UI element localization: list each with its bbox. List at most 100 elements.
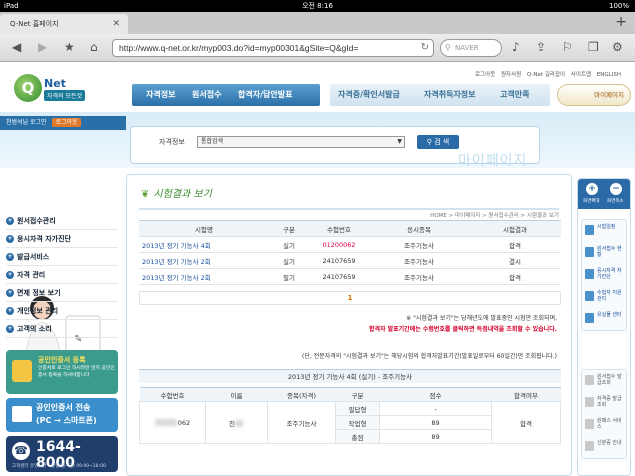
home-icon[interactable]: ⌂	[90, 40, 98, 54]
exam-number-link[interactable]: 01200062	[309, 236, 369, 253]
left-nav-issue[interactable]: + 발급서비스	[6, 248, 118, 266]
call-center-banner[interactable]: ☎ 1644-8000 고객센터 운영시간 : 평일(월~금) 09:00~18…	[6, 436, 118, 472]
nav-apply[interactable]: 원서접수	[192, 84, 221, 106]
page-title: ❦ 시험결과 보기	[141, 185, 212, 200]
nav-holders[interactable]: 자격취득자정보	[424, 84, 476, 106]
zoom-controls: + − 화면확대 화면축소	[578, 179, 630, 209]
left-nav-qual-mgmt[interactable]: + 자격 관리	[6, 266, 118, 284]
top-link-guide[interactable]: Q-Net 길라잡이	[527, 72, 565, 78]
exam-result: 합격	[469, 268, 561, 285]
cert-register-title: 공인인증서 등록	[38, 356, 86, 364]
table-row: 062 천 조주기능사 필답형 - 합격	[139, 401, 561, 444]
left-nav-exemption[interactable]: + 면제 정보 보기	[6, 284, 118, 302]
quick-menu-group-1: 시험일정 원서접수 현황 응시자격 자가진단 수험자 지원관리 유실물 센터	[581, 219, 627, 331]
quick-self-check[interactable]: 응시자격 자가진단	[582, 264, 626, 286]
browser-tab[interactable]: Q-Net 홈페이지 ✕	[0, 14, 128, 34]
zoom-out-icon[interactable]: −	[610, 183, 622, 195]
qnet-logo[interactable]: Q Net 자격의 모든것	[14, 72, 112, 104]
left-nav-apply-mgmt[interactable]: + 원서접수관리	[6, 212, 118, 230]
top-link-logout[interactable]: 로그아웃	[475, 72, 495, 78]
printer-icon	[585, 375, 594, 385]
quick-label: 유실물 센터	[597, 312, 622, 318]
box-icon	[585, 313, 594, 323]
detail-name: 천	[205, 401, 268, 444]
nav-qual-info[interactable]: 자격정보	[146, 84, 175, 106]
leaf-icon: ❦	[141, 189, 150, 200]
tabs-icon[interactable]: ❐	[588, 40, 599, 54]
close-tab-icon[interactable]: ✕	[112, 14, 120, 34]
logout-button[interactable]: 로그아웃	[52, 118, 81, 127]
quick-cert-issue[interactable]: 자격증 발급조회	[582, 392, 626, 414]
nav-results[interactable]: 합격자/답안발표	[238, 84, 292, 106]
search-label: 자격정보	[159, 138, 185, 146]
nav-customer[interactable]: 고객만족	[500, 84, 529, 106]
exam-subject: 조주기능사	[369, 252, 469, 269]
note-line-1: ※ "시험결과 보기"는 당해년도에 발표중인 시험만 조회되며,	[406, 315, 557, 322]
detail-subject: 조주기능사	[267, 401, 336, 444]
left-nav-self-check[interactable]: + 응시자격 자가진단	[6, 230, 118, 248]
top-link-english[interactable]: ENGLISH	[597, 72, 621, 78]
quick-apply-issue[interactable]: 원서접수 발급조회	[582, 370, 626, 392]
bookmarks-star-icon[interactable]: ★	[64, 40, 75, 54]
cert-register-body: 인증서로 로그인 하시려면 먼저 공인인증서 등록을 하셔야합니다	[38, 366, 115, 378]
exam-result: 결시	[469, 252, 561, 269]
back-icon[interactable]: ◀	[12, 40, 21, 54]
exam-number: 24107659	[309, 252, 369, 269]
quick-label: 수험자 지원관리	[597, 290, 622, 302]
new-tab-button[interactable]: +	[615, 14, 627, 30]
col-number: 수험번호	[139, 387, 206, 402]
document-icon	[585, 247, 594, 257]
left-nav-personal-info[interactable]: + 개인정보 관리	[6, 302, 118, 320]
title-divider	[139, 208, 559, 210]
quick-label: 응시자격 자가진단	[597, 268, 622, 280]
forward-icon[interactable]: ▶	[38, 40, 47, 54]
search-scope-select[interactable]: 통합검색 ▼	[197, 136, 405, 148]
left-nav-voice[interactable]: + 고객의 소리	[6, 320, 118, 338]
search-scope-value: 통합검색	[201, 138, 224, 145]
share-icon[interactable]: ⇪	[536, 40, 546, 54]
search-button[interactable]: ⚲ 검 색	[417, 135, 459, 149]
quick-lost-found[interactable]: 유실물 센터	[582, 308, 626, 330]
left-nav-label: 발급서비스	[17, 253, 50, 261]
quick-onepass[interactable]: 원패스 서비스	[582, 414, 626, 436]
zoom-in-icon[interactable]: +	[586, 183, 598, 195]
page-number[interactable]: 1	[348, 294, 353, 302]
exam-result: 합격	[469, 236, 561, 253]
top-link-staff[interactable]: 원자사원	[501, 72, 521, 78]
browser-toolbar: ◀ ▶ ★ ⌂ http://www.q-net.or.kr/myp003.do…	[0, 34, 635, 62]
microphone-icon[interactable]: ♪	[512, 40, 520, 54]
bookmark-icon[interactable]: ⚐	[562, 40, 573, 54]
detail-header-row: 수험번호 이름 종목(자격) 구분 점수 합격여부	[139, 387, 561, 402]
quick-id-guide[interactable]: 신분증 안내	[582, 436, 626, 458]
top-link-sitemap[interactable]: 사이트맵	[571, 72, 591, 78]
quick-support[interactable]: 수험자 지원관리	[582, 286, 626, 308]
left-nav-label: 개인정보 관리	[17, 307, 59, 315]
quick-label: 시험일정	[597, 224, 616, 230]
settings-gear-icon[interactable]: ⚙	[612, 40, 623, 54]
col-score: 점수	[379, 387, 492, 402]
reload-icon[interactable]: ↻	[421, 40, 429, 56]
cert-transfer-banner[interactable]: 공인인증서 전송 (PC → 스마트폰)	[6, 398, 118, 432]
quick-apply-status[interactable]: 원서접수 현황	[582, 242, 626, 264]
plus-icon: +	[6, 217, 14, 225]
exam-name: 2013년 정기 기능사 2회	[139, 252, 269, 269]
browser-search-field[interactable]: ⚲ NAVER	[440, 39, 502, 57]
part-score: 89	[379, 415, 492, 430]
address-bar[interactable]: http://www.q-net.or.kr/myp003.do?id=myp0…	[112, 39, 434, 57]
part-score: 89	[379, 429, 492, 444]
card-icon	[585, 419, 594, 429]
browser-tab-bar: Q-Net 홈페이지 ✕ +	[0, 12, 635, 34]
mypage-button[interactable]: 마이페이지	[557, 84, 631, 106]
logo-text: Net	[44, 77, 66, 90]
score-detail-table: 수험번호 이름 종목(자격) 구분 점수 합격여부 062 천 조주기능사 필답…	[139, 387, 561, 444]
nav-cert-issue[interactable]: 자격증/확인서발급	[338, 84, 400, 106]
clock: 오전 8:16	[302, 2, 333, 10]
pagination: 1	[139, 291, 561, 305]
quick-label: 원서접수 발급조회	[597, 374, 622, 386]
cert-register-banner[interactable]: 공인인증서 등록 인증서로 로그인 하시려면 먼저 공인인증서 등록을 하셔야합…	[6, 350, 118, 394]
certificate-icon	[585, 397, 594, 407]
quick-exam-schedule[interactable]: 시험일정	[582, 220, 626, 242]
ios-status-bar: iPad 오전 8:16 100%	[0, 0, 635, 12]
table-row: 2013년 정기 기능사 2회 실기 24107659 조주기능사 결시	[139, 252, 561, 269]
plus-icon: +	[6, 253, 14, 261]
